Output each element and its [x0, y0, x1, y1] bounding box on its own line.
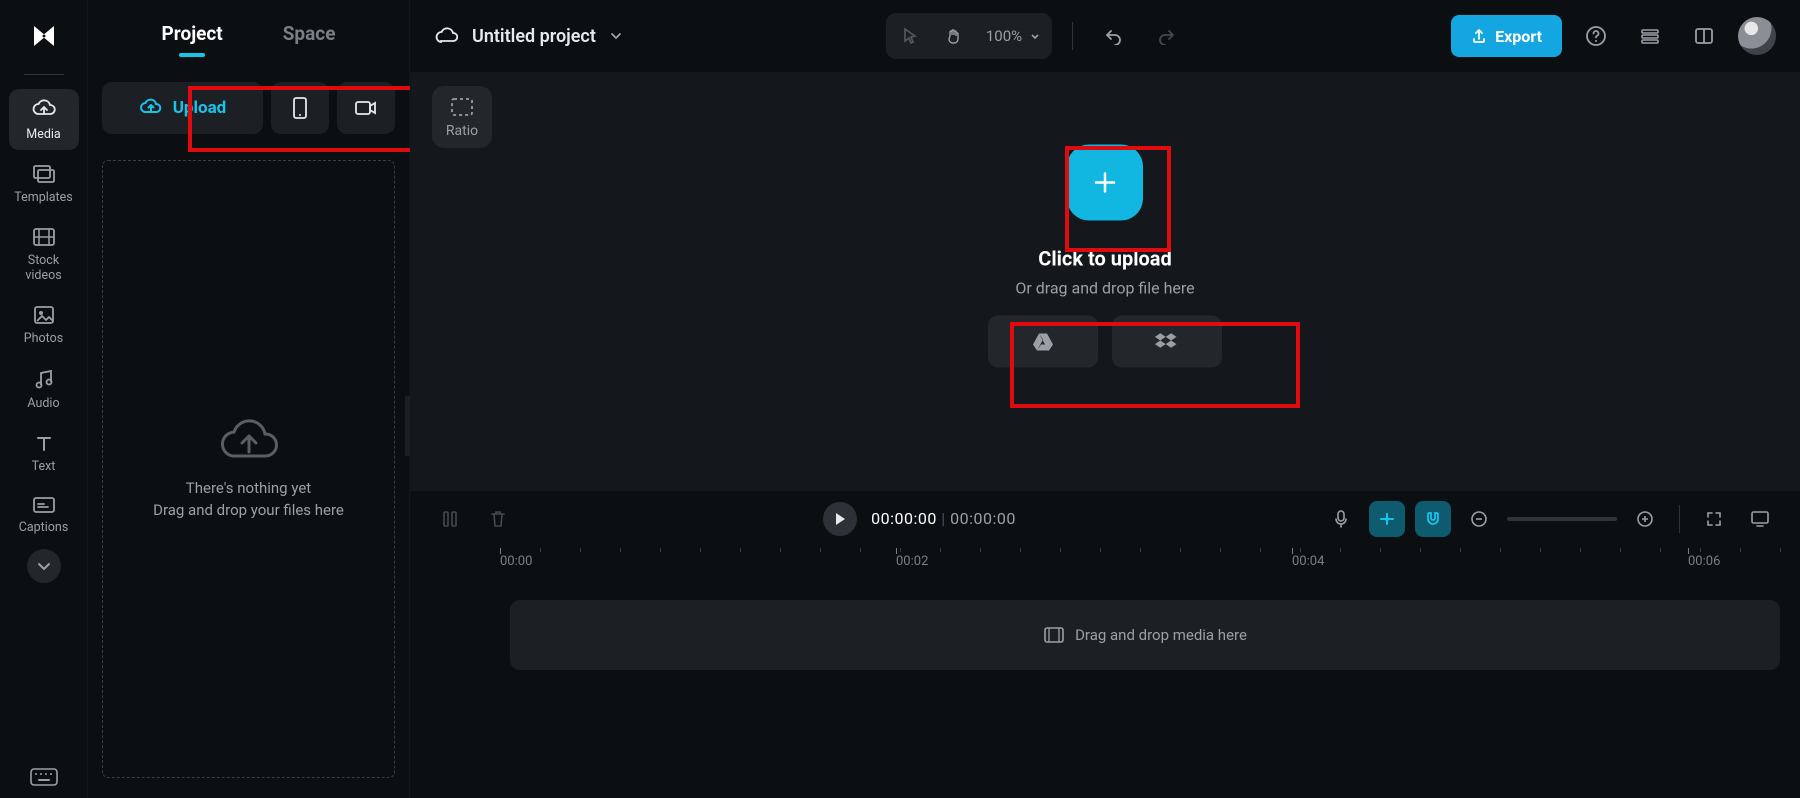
film-icon: [32, 227, 56, 247]
rail-item-text[interactable]: Text: [9, 423, 79, 482]
preview-monitor-button[interactable]: [1742, 501, 1778, 537]
zoom-out-button[interactable]: [1461, 501, 1497, 537]
divider: [1072, 22, 1073, 50]
rail-label: Stock videos: [25, 253, 61, 283]
voiceover-button[interactable]: [1323, 501, 1359, 537]
upload-label: Upload: [173, 98, 227, 118]
upload-button[interactable]: Upload: [102, 82, 263, 134]
tab-project[interactable]: Project: [162, 22, 223, 51]
project-title[interactable]: Untitled project: [472, 26, 596, 47]
timeline-toolbar: 00:00:00 | 00:00:00: [410, 490, 1800, 546]
undo-button[interactable]: [1093, 16, 1133, 56]
cloud-upload-icon: [31, 99, 57, 121]
dropbox-icon: [1154, 331, 1180, 351]
plus-icon: [1090, 167, 1120, 197]
canvas-upload-prompt: Click to upload Or drag and drop file he…: [988, 144, 1222, 367]
layers-button[interactable]: [1630, 16, 1670, 56]
play-button[interactable]: [823, 502, 857, 536]
panels-button[interactable]: [1684, 16, 1724, 56]
rail-label: Audio: [27, 396, 59, 411]
title-dropdown[interactable]: [610, 32, 622, 40]
snap-button[interactable]: [1369, 501, 1405, 537]
upload-heading: Click to upload: [1038, 246, 1172, 270]
upload-row: Upload: [102, 82, 395, 134]
rail-more-button[interactable]: [27, 549, 61, 583]
tab-space[interactable]: Space: [283, 22, 336, 51]
timeline: 00:00:00 | 00:00:00 00:00 00:02 00:04 00…: [410, 490, 1800, 798]
timecode: 00:00:00 | 00:00:00: [871, 509, 1016, 528]
dropbox-button[interactable]: [1112, 315, 1222, 367]
rail-label: Captions: [19, 520, 69, 535]
fit-button[interactable]: [1696, 501, 1732, 537]
image-icon: [33, 305, 55, 325]
rail-label: Media: [26, 127, 60, 142]
film-icon: [1043, 626, 1065, 644]
rail-item-stock-videos[interactable]: Stock videos: [9, 217, 79, 291]
rail-item-media[interactable]: Media: [9, 89, 79, 150]
google-drive-icon: [1031, 331, 1055, 351]
user-avatar[interactable]: [1738, 17, 1776, 55]
rail-label: Photos: [24, 331, 63, 346]
pointer-tool[interactable]: [890, 17, 930, 55]
timeline-drop-label: Drag and drop media here: [1075, 626, 1247, 644]
divider: [24, 74, 64, 75]
zoom-slider[interactable]: [1507, 517, 1617, 521]
camera-icon: [354, 99, 378, 117]
media-panel: Project Space Upload There's nothing yet…: [88, 0, 410, 798]
rail-label: Text: [32, 459, 56, 474]
help-button[interactable]: [1576, 16, 1616, 56]
magnet-button[interactable]: [1415, 501, 1451, 537]
export-label: Export: [1495, 27, 1542, 46]
templates-icon: [32, 164, 56, 184]
zoom-level[interactable]: 100%: [978, 27, 1048, 45]
left-rail: Media Templates Stock videos Photos Audi…: [0, 0, 88, 798]
cursor-tool-group: 100%: [886, 13, 1052, 59]
dropzone-text: There's nothing yet Drag and drop your f…: [153, 478, 344, 522]
split-button[interactable]: [432, 501, 468, 537]
music-icon: [33, 368, 55, 390]
cloud-upload-icon: [139, 98, 163, 118]
hand-tool[interactable]: [934, 17, 974, 55]
export-button[interactable]: Export: [1451, 15, 1562, 57]
panel-tabs: Project Space: [88, 0, 409, 72]
ratio-button[interactable]: Ratio: [432, 86, 492, 148]
redo-button[interactable]: [1147, 16, 1187, 56]
cloud-sync-icon[interactable]: [434, 27, 458, 45]
ratio-icon: [448, 95, 476, 119]
topbar: Untitled project 100% Export: [410, 0, 1800, 72]
timeline-ruler[interactable]: 00:00 00:02 00:04 00:06: [500, 546, 1800, 582]
keyboard-shortcuts-button[interactable]: [30, 768, 58, 786]
rail-item-templates[interactable]: Templates: [9, 154, 79, 213]
app-logo[interactable]: [26, 18, 62, 54]
divider: [1679, 505, 1680, 533]
record-button[interactable]: [337, 82, 395, 134]
rail-item-photos[interactable]: Photos: [9, 295, 79, 354]
captions-icon: [32, 496, 56, 514]
add-media-button[interactable]: [1067, 144, 1143, 220]
canvas-area: Ratio Click to upload Or drag and drop f…: [410, 72, 1800, 490]
text-icon: [34, 433, 54, 453]
rail-label: Templates: [14, 190, 72, 205]
timeline-dropzone[interactable]: Drag and drop media here: [510, 600, 1780, 670]
cloud-upload-icon: [217, 416, 281, 468]
delete-button[interactable]: [480, 501, 516, 537]
cloud-sources: [988, 315, 1222, 367]
panel-dropzone[interactable]: There's nothing yet Drag and drop your f…: [102, 160, 395, 778]
zoom-in-button[interactable]: [1627, 501, 1663, 537]
export-icon: [1471, 28, 1487, 44]
rail-item-audio[interactable]: Audio: [9, 358, 79, 419]
rail-item-captions[interactable]: Captions: [9, 486, 79, 543]
upload-subtext: Or drag and drop file here: [1015, 278, 1194, 297]
upload-from-phone-button[interactable]: [271, 82, 329, 134]
google-drive-button[interactable]: [988, 315, 1098, 367]
phone-icon: [292, 96, 308, 120]
